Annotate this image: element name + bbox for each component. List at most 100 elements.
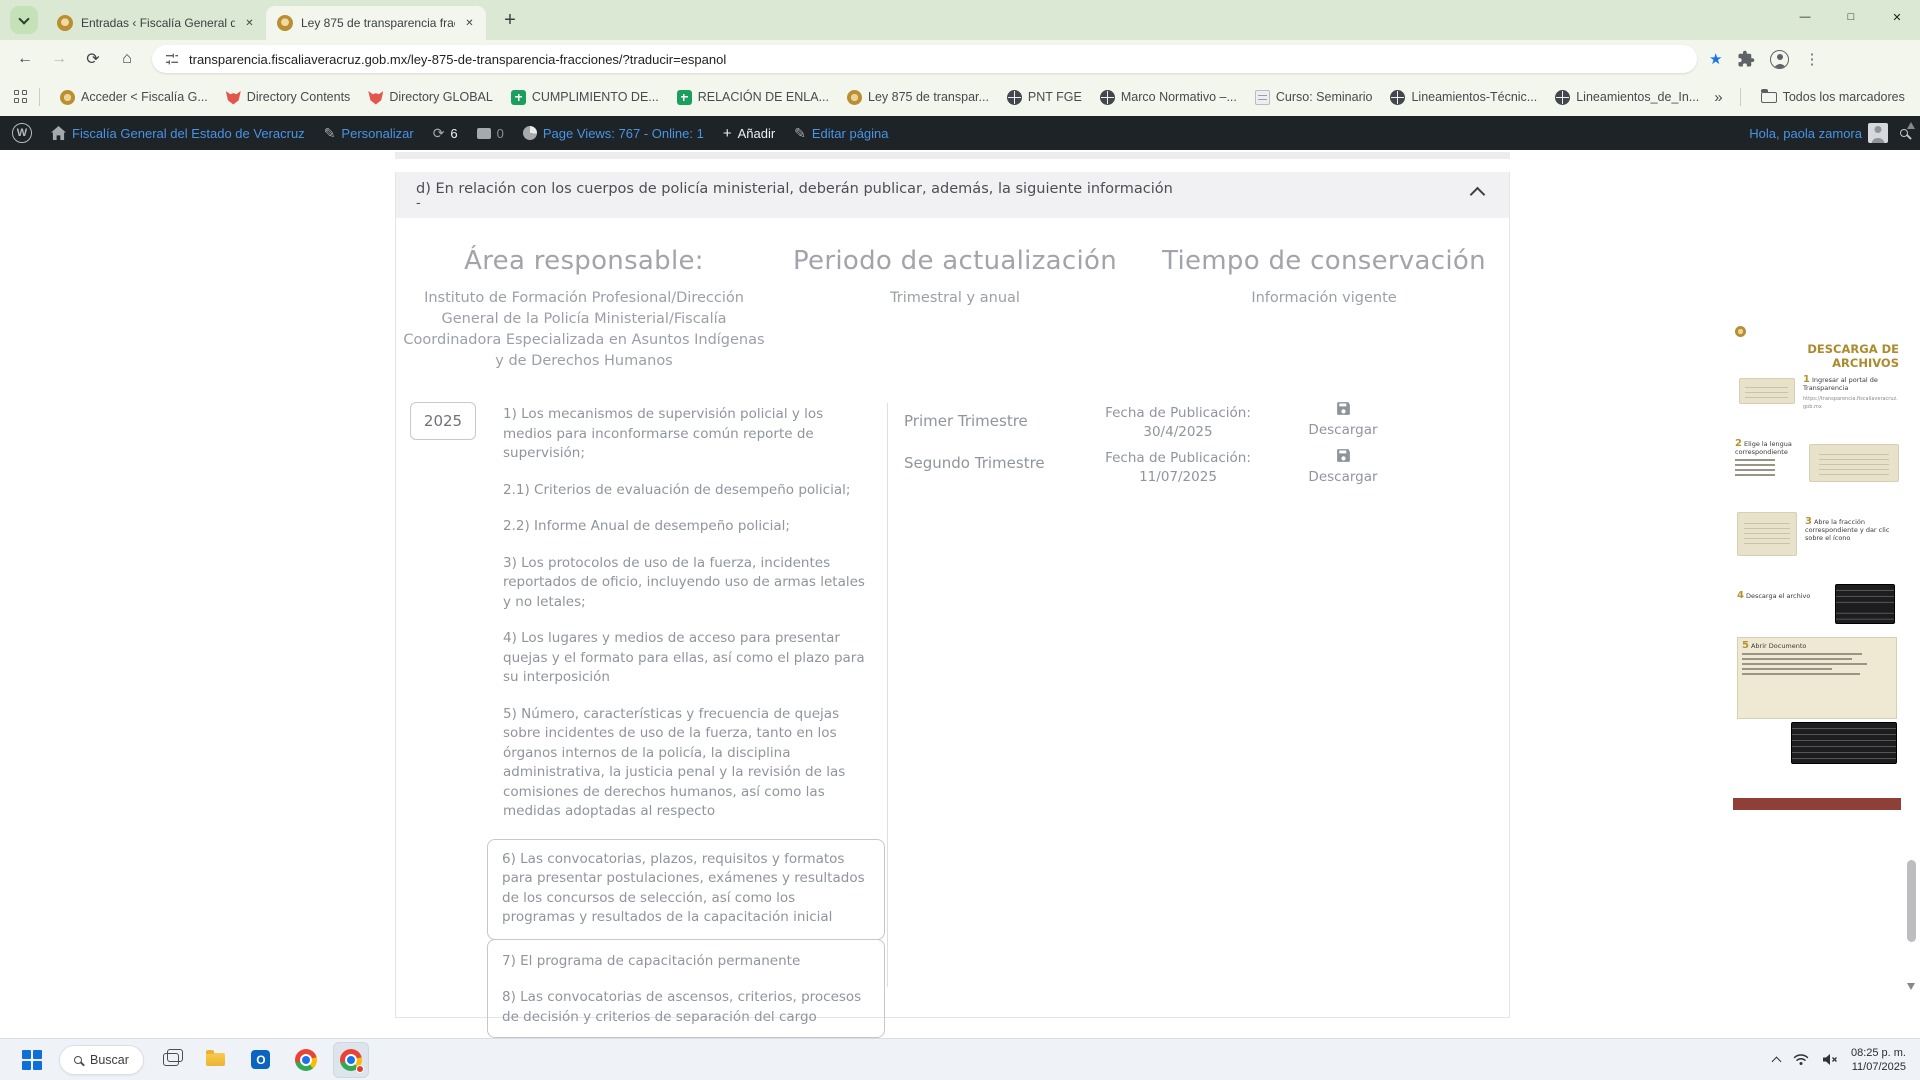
- greeting-label: Hola, paola zamora: [1749, 126, 1862, 141]
- list-item: 3) Los protocolos de uso de la fuerza, i…: [503, 554, 875, 613]
- outlook-icon: O: [251, 1050, 270, 1069]
- home-button[interactable]: ⌂: [113, 45, 141, 73]
- bookmark-item[interactable]: Lineamientos_de_In...: [1555, 90, 1699, 105]
- bookmark-item[interactable]: RELACIÓN DE ENLA...: [677, 90, 829, 105]
- new-tab-button[interactable]: +: [496, 6, 524, 34]
- column-title: Periodo de actualización: [774, 246, 1136, 276]
- page-views-menu[interactable]: Page Views: 767 - Online: 1: [523, 126, 704, 141]
- forward-button[interactable]: →: [45, 45, 73, 73]
- extensions-puzzle-icon[interactable]: [1737, 50, 1755, 68]
- comments-count: 0: [497, 126, 504, 141]
- wp-logo-menu[interactable]: W: [12, 123, 32, 143]
- profile-avatar-icon[interactable]: [1770, 50, 1789, 69]
- bookmark-star-icon[interactable]: ★: [1709, 50, 1722, 68]
- column-subtitle: Información vigente: [1140, 288, 1508, 309]
- step1-url: https://transparencia.fiscaliaveracruz.g…: [1803, 395, 1899, 411]
- edit-page-label: Editar página: [812, 126, 889, 141]
- updates-count: 6: [450, 126, 457, 141]
- accordion-header[interactable]: d) En relación con los cuerpos de policí…: [396, 172, 1509, 218]
- items-7-8-box: 7) El programa de capacitación permanent…: [487, 939, 885, 1039]
- all-bookmarks-label: Todos los marcadores: [1783, 90, 1905, 104]
- save-floppy-icon[interactable]: [1335, 400, 1352, 417]
- bookmark-item[interactable]: Ley 875 de transpar...: [847, 90, 989, 105]
- bookmark-item[interactable]: PNT FGE: [1007, 90, 1082, 105]
- scroll-up-icon[interactable]: [1907, 122, 1915, 129]
- bookmarks-overflow-icon[interactable]: »: [1714, 89, 1722, 106]
- infographic-title: DESCARGA DE ARCHIVOS: [1807, 342, 1899, 370]
- bookmark-item[interactable]: Marco Normativo –...: [1100, 90, 1237, 105]
- menu-dots-icon[interactable]: ⋮: [1804, 50, 1819, 68]
- minimize-button[interactable]: —: [1782, 0, 1828, 34]
- start-button[interactable]: [14, 1042, 50, 1078]
- page-scrollbar[interactable]: [1905, 116, 1919, 1038]
- download-link[interactable]: Descargar: [1273, 469, 1413, 485]
- scrollbar-thumb[interactable]: [1907, 860, 1916, 942]
- outlook-button[interactable]: O: [243, 1042, 279, 1078]
- add-label: Añadir: [738, 126, 776, 141]
- taskbar-clock[interactable]: 08:25 p. m. 11/07/2025: [1851, 1046, 1906, 1074]
- globe-icon: [1390, 90, 1405, 105]
- download-link[interactable]: Descargar: [1273, 422, 1413, 438]
- customize-menu[interactable]: ✎Personalizar: [324, 125, 414, 142]
- address-bar[interactable]: transparencia.fiscaliaveracruz.gob.mx/le…: [152, 45, 1697, 73]
- close-window-button[interactable]: ✕: [1874, 0, 1920, 34]
- wp-admin-bar: W Fiscalía General del Estado de Veracru…: [0, 116, 1920, 150]
- edit-page-menu[interactable]: ✎Editar página: [794, 125, 888, 142]
- site-settings-tune-icon[interactable]: [164, 51, 180, 67]
- bookmark-item[interactable]: Lineamientos-Técnic...: [1390, 90, 1537, 105]
- chrome-button[interactable]: [288, 1042, 324, 1078]
- taskbar-search[interactable]: Buscar: [59, 1045, 144, 1075]
- year-selector[interactable]: 2025: [410, 402, 476, 440]
- trimester-label: Primer Trimestre: [904, 412, 1045, 430]
- list-item: 5) Número, características y frecuencia …: [503, 705, 875, 822]
- accordion-subtitle: -: [416, 197, 1449, 210]
- fge-logo: [1735, 326, 1749, 337]
- fiscalia-seal-icon: [60, 90, 75, 105]
- trimester-label: Segundo Trimestre: [904, 454, 1045, 472]
- bookmark-label: PNT FGE: [1028, 90, 1082, 104]
- save-floppy-icon[interactable]: [1335, 447, 1352, 464]
- url-text: transparencia.fiscaliaveracruz.gob.mx/le…: [189, 52, 726, 67]
- wifi-icon[interactable]: [1793, 1053, 1809, 1066]
- comments-menu[interactable]: 0: [477, 126, 504, 141]
- tab-search-button[interactable]: [10, 6, 38, 34]
- accordion-title: d) En relación con los cuerpos de policí…: [416, 181, 1449, 197]
- close-tab-icon[interactable]: ✕: [461, 15, 478, 32]
- directory-icon: [368, 90, 383, 105]
- new-content-menu[interactable]: +Añadir: [723, 125, 775, 142]
- scroll-down-icon[interactable]: [1907, 983, 1915, 990]
- bookmark-item[interactable]: Curso: Seminario: [1255, 90, 1373, 105]
- bookmark-item[interactable]: Acceder < Fiscalía G...: [60, 90, 208, 105]
- volume-icon[interactable]: [1822, 1053, 1838, 1066]
- sheets-icon: [511, 90, 526, 105]
- tab-entradas[interactable]: Entradas ‹ Fiscalía General del E ✕: [46, 6, 266, 40]
- close-tab-icon[interactable]: ✕: [241, 15, 258, 32]
- apps-grid-icon[interactable]: [14, 90, 28, 104]
- chrome-active-button[interactable]: [333, 1042, 369, 1078]
- folder-icon: [206, 1053, 225, 1066]
- customize-label: Personalizar: [341, 126, 413, 141]
- file-explorer-button[interactable]: [198, 1042, 234, 1078]
- task-view-button[interactable]: [153, 1042, 189, 1078]
- back-button[interactable]: ←: [11, 45, 39, 73]
- publication-dates: Fecha de Publicación: 30/4/2025 Fecha de…: [1089, 404, 1267, 494]
- bookmark-item[interactable]: Directory Contents: [226, 90, 351, 105]
- bookmark-item[interactable]: CUMPLIMIENTO DE...: [511, 90, 659, 105]
- tab-ley-875[interactable]: Ley 875 de transparencia fracci ✕: [266, 6, 486, 40]
- all-bookmarks-button[interactable]: Todos los marcadores: [1761, 90, 1905, 104]
- chevron-up-icon[interactable]: [1470, 187, 1486, 203]
- updates-menu[interactable]: ⟳6: [433, 125, 458, 142]
- wordpress-logo-icon: W: [12, 123, 32, 143]
- fraction-panel: d) En relación con los cuerpos de policí…: [395, 172, 1510, 1018]
- maximize-button[interactable]: □: [1828, 0, 1874, 34]
- bookmark-item[interactable]: Directory GLOBAL: [368, 90, 493, 105]
- download-infographic: DESCARGA DE ARCHIVOS 1Ingresar al portal…: [1733, 322, 1901, 814]
- bookmark-label: Curso: Seminario: [1276, 90, 1373, 104]
- reload-button[interactable]: ⟳: [79, 45, 107, 73]
- site-name-menu[interactable]: Fiscalía General del Estado de Veracruz: [51, 126, 305, 141]
- bookmarks-bar: Acceder < Fiscalía G... Directory Conten…: [0, 78, 1920, 116]
- step4-thumbnail: [1835, 584, 1895, 624]
- fecha-label: Fecha de Publicación:: [1089, 449, 1267, 468]
- tray-chevron-icon[interactable]: [1772, 1056, 1782, 1066]
- my-account-menu[interactable]: Hola, paola zamora: [1749, 123, 1888, 143]
